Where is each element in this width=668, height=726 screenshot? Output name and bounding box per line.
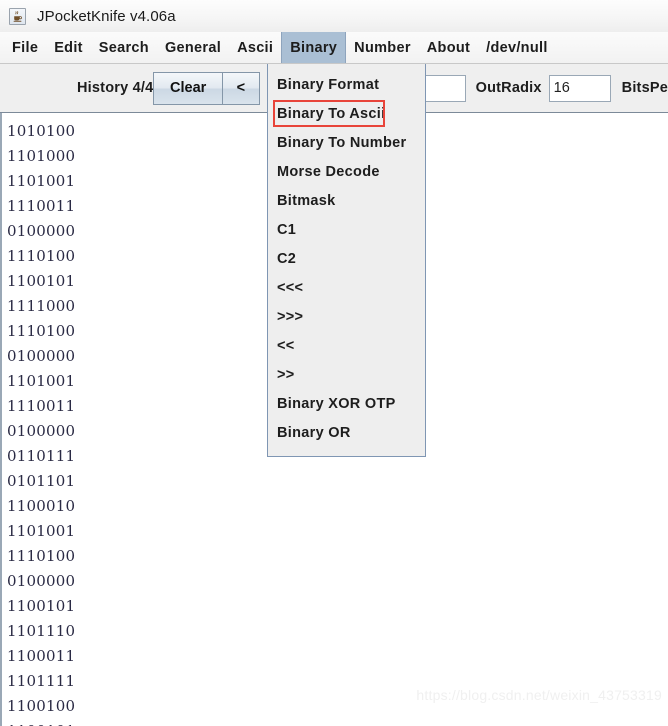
toolbar-input-field[interactable] <box>421 74 466 102</box>
dropdown-item-binary-to-ascii[interactable]: Binary To Ascii <box>268 100 425 129</box>
clear-button[interactable]: Clear <box>153 71 224 105</box>
binary-line: 1110100 <box>7 547 76 565</box>
menu-item-dev-null[interactable]: /dev/null <box>478 32 556 63</box>
binary-line: 0101101 <box>7 472 76 490</box>
menu-item-general[interactable]: General <box>157 32 229 63</box>
dropdown-item-morse-decode[interactable]: Morse Decode <box>268 158 425 187</box>
dropdown-item-binary-to-number[interactable]: Binary To Number <box>268 129 425 158</box>
dropdown-item-binary-or[interactable]: Binary OR <box>268 419 425 448</box>
menu-bar: File Edit Search General Ascii Binary Nu… <box>0 32 668 64</box>
window-title: JPocketKnife v4.06a <box>37 7 176 25</box>
dropdown-item-c1[interactable]: C1 <box>268 216 425 245</box>
bits-per-label: BitsPe <box>621 80 668 96</box>
history-label: History 4/4 <box>77 80 154 96</box>
application-window: JPocketKnife v4.06a File Edit Search Gen… <box>0 0 668 726</box>
binary-dropdown-menu: Binary Format Binary To Ascii Binary To … <box>267 64 426 457</box>
menu-item-search[interactable]: Search <box>91 32 157 63</box>
menu-item-number[interactable]: Number <box>346 32 419 63</box>
menu-item-file[interactable]: File <box>4 32 46 63</box>
menu-item-binary[interactable]: Binary <box>281 32 347 63</box>
dropdown-item-binary-format[interactable]: Binary Format <box>268 71 425 100</box>
binary-line: 1101111 <box>7 672 76 690</box>
dropdown-item-bitmask[interactable]: Bitmask <box>268 187 425 216</box>
binary-line: 1100101 <box>7 597 76 615</box>
dropdown-item-shift-right[interactable]: >> <box>268 361 425 390</box>
menu-item-ascii[interactable]: Ascii <box>229 32 281 63</box>
dropdown-item-binary-xor-otp[interactable]: Binary XOR OTP <box>268 390 425 419</box>
dropdown-item-shift-left[interactable]: << <box>268 332 425 361</box>
outradix-label: OutRadix <box>475 80 542 96</box>
dropdown-item-c2[interactable]: C2 <box>268 245 425 274</box>
menu-item-edit[interactable]: Edit <box>46 32 91 63</box>
binary-line: 0100000 <box>7 572 76 590</box>
binary-line: 1101001 <box>7 522 76 540</box>
title-bar: JPocketKnife v4.06a <box>0 0 668 32</box>
binary-line: 1100011 <box>7 647 76 665</box>
binary-line: 1101110 <box>7 622 76 640</box>
dropdown-item-rotate-right[interactable]: >>> <box>268 303 425 332</box>
dropdown-item-rotate-left[interactable]: <<< <box>268 274 425 303</box>
binary-line: 1100101 <box>2 719 668 726</box>
previous-history-button[interactable]: < <box>222 71 260 105</box>
binary-line: 1100100 <box>7 697 76 715</box>
outradix-input[interactable] <box>548 74 611 102</box>
java-coffee-cup-icon <box>9 7 26 25</box>
menu-item-about[interactable]: About <box>419 32 478 63</box>
binary-line: 1100010 <box>7 497 76 515</box>
